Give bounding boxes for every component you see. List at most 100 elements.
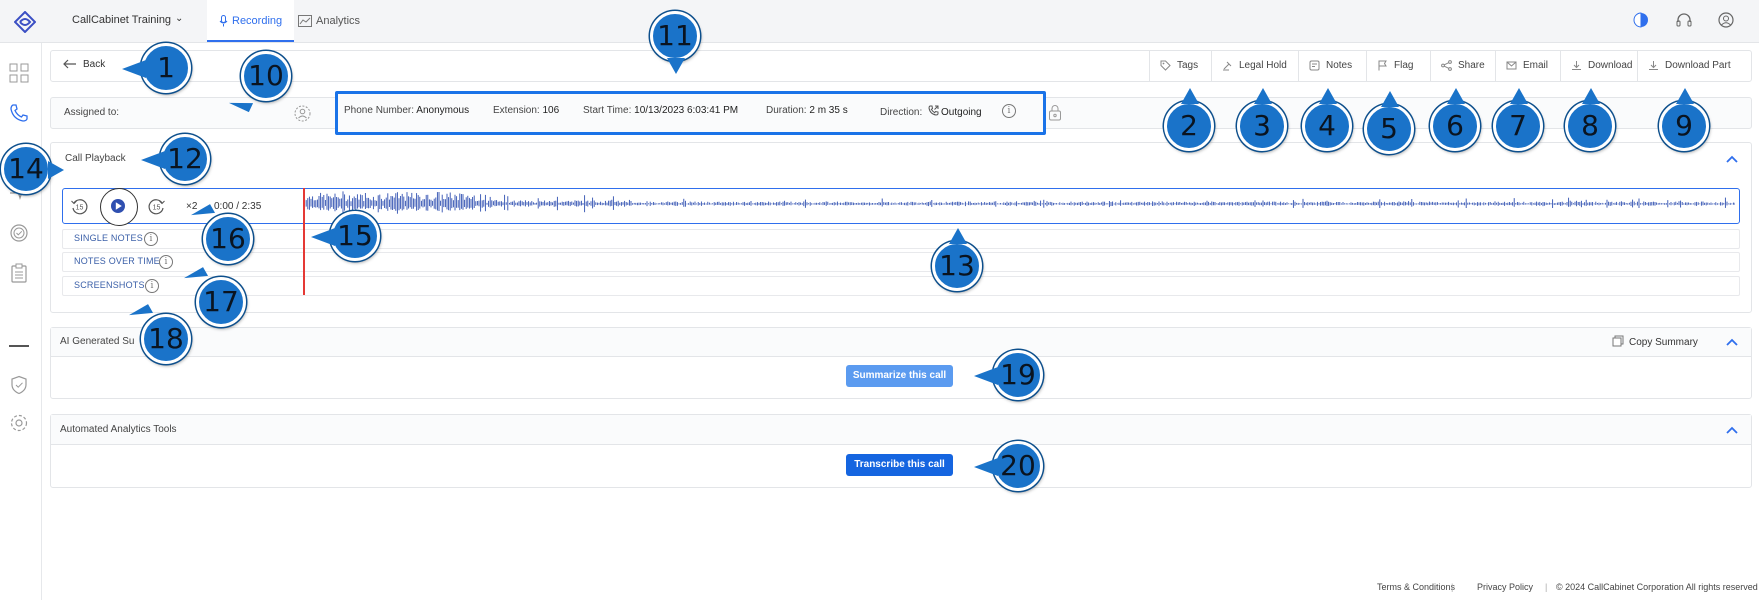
notes-button[interactable]: Notes bbox=[1298, 51, 1362, 81]
callout-badge: 10 bbox=[241, 51, 291, 101]
tags-button[interactable]: Tags bbox=[1149, 51, 1208, 81]
tab-recording-label: Recording bbox=[232, 15, 283, 27]
footer-divider: | bbox=[1545, 582, 1548, 592]
support-headset-icon[interactable] bbox=[1676, 12, 1692, 28]
legal-hold-button[interactable]: Legal Hold bbox=[1211, 51, 1297, 81]
org-selector-label[interactable]: CallCabinet Training bbox=[72, 14, 171, 26]
copy-summary-button[interactable]: Copy Summary bbox=[1612, 335, 1698, 348]
start-time-field: Start Time: 10/13/2023 6:03:41 PM bbox=[583, 105, 738, 116]
top-navigation-bar: CallCabinet Training ⌄ Recording Analyti… bbox=[0, 0, 1759, 43]
summarize-call-button[interactable]: Summarize this call bbox=[846, 365, 953, 387]
callout-badge: 19 bbox=[974, 350, 1043, 400]
duration-value: 2 m 35 s bbox=[809, 105, 848, 116]
share-button-label: Share bbox=[1458, 60, 1485, 71]
phone-number-value: Anonymous bbox=[416, 105, 470, 116]
user-account-icon[interactable] bbox=[1718, 12, 1734, 28]
call-metadata-highlight: Phone Number: Anonymous Extension: 106 S… bbox=[335, 91, 1046, 135]
flag-icon bbox=[1378, 60, 1387, 71]
left-sidebar bbox=[0, 43, 42, 600]
start-time-label: Start Time: bbox=[583, 105, 632, 116]
email-button-label: Email bbox=[1523, 60, 1549, 71]
collapse-chevron-up-icon[interactable] bbox=[1726, 426, 1738, 434]
audio-waveform[interactable] bbox=[303, 191, 1735, 221]
skip-forward-seconds: 15 bbox=[153, 205, 161, 212]
clipboard-list-icon[interactable] bbox=[9, 263, 29, 283]
callout-badge: 20 bbox=[974, 441, 1043, 491]
callcabinet-logo-icon[interactable] bbox=[14, 11, 36, 33]
assign-user-icon[interactable] bbox=[294, 105, 311, 122]
dashboard-grid-icon[interactable] bbox=[9, 63, 29, 83]
callout-badge: 18 bbox=[141, 314, 191, 364]
notes-icon bbox=[1309, 60, 1320, 71]
share-icon bbox=[1441, 59, 1452, 71]
skip-back-15-icon[interactable]: 15 bbox=[70, 197, 89, 216]
tab-analytics[interactable]: Analytics bbox=[286, 0, 372, 42]
footer-divider: | bbox=[1451, 582, 1454, 592]
theme-toggle-icon[interactable] bbox=[1633, 12, 1649, 28]
assigned-to-label: Assigned to: bbox=[64, 107, 120, 118]
skip-forward-15-icon[interactable]: 15 bbox=[147, 197, 166, 216]
callout-badge: 13 bbox=[932, 228, 982, 291]
automated-analytics-panel: Automated Analytics Tools Transcribe thi… bbox=[50, 414, 1752, 488]
collapse-chevron-up-icon[interactable] bbox=[1726, 155, 1738, 163]
settings-gear-icon[interactable] bbox=[9, 413, 29, 433]
share-button[interactable]: Share bbox=[1430, 51, 1495, 81]
email-button[interactable]: Email bbox=[1495, 51, 1558, 81]
direction-field: Direction: Outgoing bbox=[880, 105, 982, 118]
callout-badge: 2 bbox=[1164, 88, 1214, 151]
callout-badge: 9 bbox=[1659, 88, 1709, 151]
single-notes-info-icon[interactable]: i bbox=[144, 232, 158, 246]
ai-summary-header bbox=[51, 328, 1751, 357]
notes-over-time-info-icon[interactable]: i bbox=[159, 255, 173, 269]
screenshots-info-icon[interactable]: i bbox=[145, 279, 159, 293]
sidebar-divider bbox=[9, 345, 29, 347]
callout-badge: 11 bbox=[650, 11, 700, 74]
download-icon bbox=[1649, 60, 1658, 70]
playhead-marker[interactable] bbox=[303, 188, 305, 295]
terms-link[interactable]: Terms & Conditions bbox=[1377, 582, 1455, 592]
notes-over-time-row[interactable]: NOTES OVER TIME i bbox=[62, 252, 1740, 272]
lock-icon[interactable] bbox=[1048, 104, 1063, 121]
back-button[interactable]: Back bbox=[63, 59, 105, 70]
download-part-button[interactable]: Download Part bbox=[1637, 51, 1741, 81]
callout-badge: 8 bbox=[1565, 88, 1615, 151]
direction-label: Direction: bbox=[880, 107, 923, 118]
flag-button-label: Flag bbox=[1394, 60, 1414, 71]
microphone-icon bbox=[219, 15, 228, 27]
callout-badge: 4 bbox=[1302, 88, 1352, 151]
callout-badge: 12 bbox=[141, 134, 210, 184]
gavel-icon bbox=[1223, 61, 1232, 71]
call-info-icon[interactable]: i bbox=[1002, 104, 1016, 118]
screenshots-row[interactable]: SCREENSHOTS i bbox=[62, 276, 1740, 296]
transcribe-call-button[interactable]: Transcribe this call bbox=[846, 454, 953, 476]
start-time-value: 10/13/2023 6:03:41 PM bbox=[634, 105, 739, 116]
notes-over-time-label: NOTES OVER TIME bbox=[74, 256, 160, 266]
outgoing-call-icon bbox=[928, 105, 939, 116]
play-button[interactable] bbox=[100, 188, 138, 226]
callout-badge: 14 bbox=[1, 144, 64, 194]
flag-button[interactable]: Flag bbox=[1366, 51, 1423, 81]
quality-badge-icon[interactable] bbox=[9, 223, 29, 243]
phone-number-field: Phone Number: Anonymous bbox=[344, 105, 469, 116]
playback-speed-button[interactable]: ×2 bbox=[186, 201, 197, 212]
ai-summary-title: AI Generated Su bbox=[60, 336, 135, 347]
phone-number-label: Phone Number: bbox=[344, 105, 415, 116]
callout-badge: 5 bbox=[1364, 91, 1414, 154]
download-icon bbox=[1572, 60, 1581, 70]
play-icon bbox=[111, 199, 125, 213]
privacy-link[interactable]: Privacy Policy bbox=[1477, 582, 1533, 592]
collapse-chevron-up-icon[interactable] bbox=[1726, 338, 1738, 346]
callout-badge: 3 bbox=[1237, 88, 1287, 151]
download-button[interactable]: Download bbox=[1560, 51, 1642, 81]
tags-button-label: Tags bbox=[1177, 60, 1199, 71]
email-icon bbox=[1506, 61, 1517, 70]
chevron-down-icon[interactable]: ⌄ bbox=[175, 13, 183, 24]
single-notes-label: SINGLE NOTES bbox=[74, 233, 143, 243]
legal-hold-button-label: Legal Hold bbox=[1239, 60, 1287, 71]
phone-calls-icon[interactable] bbox=[9, 103, 29, 123]
callout-badge: 16 bbox=[203, 214, 253, 264]
duration-label: Duration: bbox=[766, 105, 807, 116]
tab-recording[interactable]: Recording bbox=[207, 0, 295, 42]
shield-check-icon[interactable] bbox=[9, 375, 29, 395]
ai-summary-panel: AI Generated Su Copy Summary Summarize t… bbox=[50, 327, 1752, 399]
